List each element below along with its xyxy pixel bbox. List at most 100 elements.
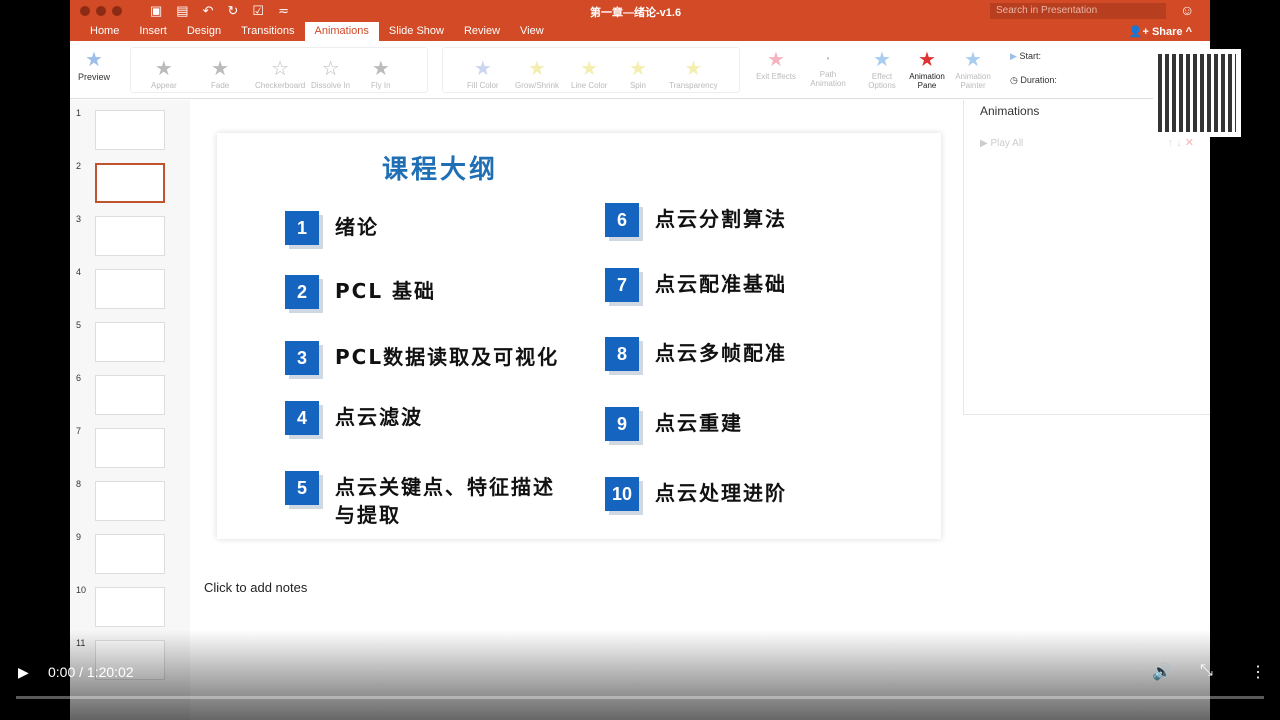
outline-item: 7 点云配准基础 xyxy=(605,268,787,302)
thumbnail-number: 9 xyxy=(76,532,82,542)
slide-title: 课程大纲 xyxy=(382,155,499,185)
tab-home[interactable]: Home xyxy=(80,22,129,41)
outline-item: 10 点云处理进阶 xyxy=(605,477,787,511)
effect-line-color[interactable]: ★ Line Color xyxy=(571,56,607,90)
window-controls[interactable] xyxy=(80,6,122,16)
effect-dissolve[interactable]: ☆ Dissolve In xyxy=(311,56,350,90)
effect-options-button[interactable]: ★ Effect Options xyxy=(862,47,902,90)
volume-icon[interactable]: 🔊 xyxy=(1152,662,1172,682)
search-input[interactable]: Search in Presentation xyxy=(990,3,1166,19)
thumbnail-number: 4 xyxy=(76,267,82,277)
document-title: 第一章—绪论-v1.6 xyxy=(590,7,682,19)
thumbnail-number: 8 xyxy=(76,479,82,489)
exit-fullscreen-icon[interactable]: ⤡ xyxy=(1200,662,1213,680)
thumbnail-number: 10 xyxy=(76,585,87,595)
entrance-gallery: ★ Appear ★ Fade ☆ Checkerboard ☆ Dissolve In… xyxy=(130,47,428,93)
reorder-icons[interactable]: ↑ ↓ ✕ xyxy=(1168,136,1194,149)
thumbnail-number: 5 xyxy=(76,320,82,330)
item-label: 点云分割算法 xyxy=(655,207,787,231)
customize-icon[interactable]: ≂ xyxy=(278,3,289,19)
time-display: 0:00 / 1:20:02 xyxy=(48,664,134,680)
animation-painter-button[interactable]: ★ Animation Painter xyxy=(950,47,996,90)
tab-insert[interactable]: Insert xyxy=(129,22,177,41)
tab-animations[interactable]: Animations xyxy=(304,22,379,41)
item-label: 点云配准基础 xyxy=(655,272,787,296)
item-number-badge: 10 xyxy=(605,477,639,511)
slide-thumbnail[interactable] xyxy=(95,269,165,309)
slide-thumbnail[interactable] xyxy=(95,534,165,574)
effect-checkerboard[interactable]: ☆ Checkerboard xyxy=(255,56,305,90)
effect-grow-shrink[interactable]: ★ Grow/Shrink xyxy=(515,56,559,90)
ribbon-tabs: Home Insert Design Transitions Animation… xyxy=(70,22,1210,41)
slide-thumbnail[interactable] xyxy=(95,428,165,468)
qr-code xyxy=(1153,49,1241,137)
preview-label: Preview xyxy=(78,72,111,82)
save-icon[interactable]: ▤ xyxy=(176,3,188,19)
animations-pane-title: Animations xyxy=(980,104,1040,118)
thumbnail-number: 1 xyxy=(76,108,82,118)
thumbnail-number: 2 xyxy=(76,161,82,171)
item-number-badge: 9 xyxy=(605,407,639,441)
item-number-badge: 6 xyxy=(605,203,639,237)
share-label: Share xyxy=(1151,26,1183,38)
new-icon[interactable]: ▣ xyxy=(150,3,162,19)
item-label: 点云重建 xyxy=(655,411,743,435)
tab-view[interactable]: View xyxy=(510,22,554,41)
effect-appear[interactable]: ★ Appear xyxy=(151,56,177,90)
notes-area[interactable]: Click to add notes xyxy=(204,580,307,595)
tab-transitions[interactable]: Transitions xyxy=(231,22,304,41)
preview-button[interactable]: ★ Preview xyxy=(78,47,110,82)
progress-bar[interactable] xyxy=(16,696,1264,699)
item-label: 绪论 xyxy=(335,215,379,239)
item-number-badge: 7 xyxy=(605,268,639,302)
quick-access-toolbar: ▣ ▤ ↶ ↻ ☑ ≂ xyxy=(150,3,289,19)
duration-field[interactable]: ◷ Duration: xyxy=(1010,75,1057,86)
slide-thumbnail[interactable] xyxy=(95,163,165,203)
item-number-badge: 1 xyxy=(285,211,319,245)
star-icon: ★ xyxy=(85,49,103,71)
powerpoint-window: ▣ ▤ ↶ ↻ ☑ ≂ 第一章—绪论-v1.6 Search in Presentatio… xyxy=(70,0,1210,720)
play-all-button[interactable]: ▶ Play All xyxy=(980,138,1023,149)
more-options-icon[interactable]: ⋮ xyxy=(1250,662,1266,682)
share-button[interactable]: 👤+ Share ^ xyxy=(1129,25,1192,38)
outline-item: 4 点云滤波 xyxy=(285,401,423,435)
account-icon[interactable]: ☺ xyxy=(1180,2,1194,18)
animation-pane-button[interactable]: ★ Animation Pane xyxy=(904,47,950,90)
tab-design[interactable]: Design xyxy=(177,22,231,41)
slide-thumbnail[interactable] xyxy=(95,110,165,150)
play-icon: ▶ xyxy=(1010,51,1017,61)
play-button[interactable]: ▶ xyxy=(18,664,29,681)
effect-transparency[interactable]: ★ Transparency xyxy=(669,56,718,90)
item-number-badge: 8 xyxy=(605,337,639,371)
check-icon[interactable]: ☑ xyxy=(252,3,264,19)
slide-thumbnails: 1234567891011 xyxy=(70,100,190,720)
emphasis-gallery: ★ Fill Color ★ Grow/Shrink ★ Line Color ★ Sp… xyxy=(442,47,740,93)
tab-slide-show[interactable]: Slide Show xyxy=(379,22,454,41)
slide-thumbnail[interactable] xyxy=(95,375,165,415)
path-animation-button[interactable]: · Path Animation xyxy=(804,47,852,88)
slide-thumbnail[interactable] xyxy=(95,481,165,521)
undo-icon[interactable]: ↶ xyxy=(203,3,214,19)
item-number-badge: 4 xyxy=(285,401,319,435)
effect-fill-color[interactable]: ★ Fill Color xyxy=(467,56,499,90)
item-label: 点云关键点、特征描述与提取 xyxy=(335,475,555,527)
start-field[interactable]: ▶ Start: xyxy=(1010,51,1041,62)
slide-canvas[interactable]: 课程大纲 1 绪论 2 PCL 基础 3 PCL数据读取及可视化 4 点云滤波 5 点云关键点、特… xyxy=(217,133,941,539)
thumbnail-number: 6 xyxy=(76,373,82,383)
outline-item: 8 点云多帧配准 xyxy=(605,337,787,371)
tab-review[interactable]: Review xyxy=(454,22,510,41)
redo-icon[interactable]: ↻ xyxy=(228,3,239,19)
slide-thumbnail[interactable] xyxy=(95,216,165,256)
item-label: PCL 基础 xyxy=(335,279,437,303)
effect-fly-in[interactable]: ★ Fly In xyxy=(371,56,391,90)
exit-effects-button[interactable]: ★ Exit Effects xyxy=(756,47,796,81)
slide-thumbnail[interactable] xyxy=(95,322,165,362)
slide-thumbnail[interactable] xyxy=(95,587,165,627)
ribbon: ★ Preview ★ Appear ★ Fade ☆ Checkerboard ☆ Di… xyxy=(70,41,1210,99)
animations-pane: Animations ▶ Play All ↑ ↓ ✕ xyxy=(963,100,1210,415)
thumbnail-number: 3 xyxy=(76,214,82,224)
effect-fade[interactable]: ★ Fade xyxy=(211,56,229,90)
item-label: PCL数据读取及可视化 xyxy=(335,345,560,369)
effect-spin[interactable]: ★ Spin xyxy=(629,56,647,90)
outline-item: 3 PCL数据读取及可视化 xyxy=(285,341,559,375)
